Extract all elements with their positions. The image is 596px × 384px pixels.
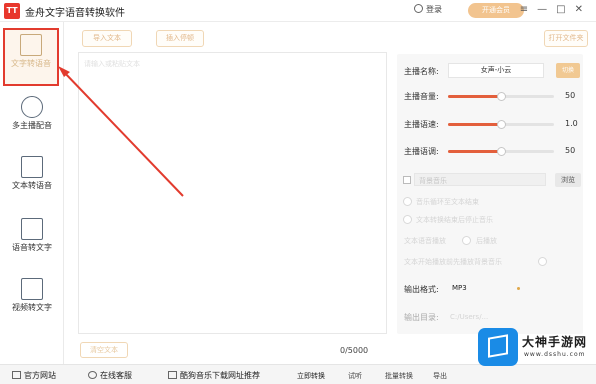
window-controls: ≡—□✕ (520, 4, 592, 15)
play-delay-suffix: 后播放 (476, 237, 497, 245)
import-text-button[interactable]: 导入文本 (82, 30, 132, 47)
title-bar: TT 金舟文字语音转换软件 登录 开通会员 ≡—□✕ (0, 0, 596, 22)
speed-slider-fill (448, 123, 501, 126)
output-dir-label: 输出目录: (404, 313, 439, 322)
stop-music-radio[interactable] (403, 215, 412, 224)
text-to-speech-icon (20, 34, 42, 56)
bgm-path-input[interactable]: 背景音乐 (414, 173, 546, 186)
sidebar-item-label: 视频转文字 (12, 303, 52, 312)
login-label: 登录 (426, 5, 442, 14)
chevron-down-icon (517, 287, 520, 290)
preview-button[interactable]: 试听 (348, 371, 362, 381)
official-site-link[interactable]: 官方网站 (12, 370, 56, 381)
online-service-link[interactable]: 在线客服 (88, 370, 132, 381)
document-to-speech-icon (21, 156, 43, 178)
sidebar-item-text-to-speech[interactable]: 文字转语音 (3, 28, 59, 86)
watermark-logo-icon (478, 328, 518, 366)
speed-slider[interactable] (448, 120, 554, 129)
pitch-slider-handle[interactable] (497, 147, 506, 156)
minimize-icon[interactable]: — (537, 4, 556, 15)
clear-text-button[interactable]: 清空文本 (80, 342, 128, 358)
bottom-bar: 官方网站 在线客服 酷狗音乐下载网址推荐 立即转换 试听 批量转换 导出 (0, 364, 596, 384)
loop-music-label: 音乐循环至文本结束 (416, 198, 479, 206)
home-icon (12, 371, 21, 379)
pre-play-label: 文本开始播放前先播放背景音乐 (404, 258, 502, 266)
open-folder-button[interactable]: 打开文件夹 (544, 30, 588, 47)
bgm-label: 背景音乐 (419, 177, 447, 185)
pitch-value: 50 (565, 146, 576, 155)
speech-to-text-icon (21, 218, 43, 240)
editor-placeholder: 请输入或粘贴文本 (84, 60, 140, 68)
login-button[interactable]: 登录 (414, 4, 442, 15)
anchor-select[interactable]: 女声-小云 (448, 63, 544, 78)
sidebar-item-label: 多主播配音 (12, 121, 52, 130)
pre-play-toggle[interactable] (538, 257, 547, 266)
sidebar-item-label: 文本转语音 (12, 181, 52, 190)
speed-slider-handle[interactable] (497, 120, 506, 129)
sidebar-item-label: 文字转语音 (11, 59, 51, 68)
sidebar-item-label: 语音转文字 (12, 243, 52, 252)
stop-music-label: 文本转换结束后停止音乐 (416, 216, 493, 224)
format-select[interactable]: MP3 (448, 282, 522, 295)
speed-label: 主播语速: (404, 120, 439, 129)
volume-value: 50 (565, 91, 576, 100)
speed-value: 1.0 (565, 119, 578, 128)
volume-label: 主播音量: (404, 92, 439, 101)
format-label: 输出格式: (404, 285, 439, 294)
user-icon (414, 4, 423, 13)
app-title: 金舟文字语音转换软件 (25, 8, 125, 19)
loop-music-radio[interactable] (403, 197, 412, 206)
sidebar-item-video-to-text[interactable]: 视频转文字 (0, 274, 64, 332)
sidebar-item-multi-anchor[interactable]: 多主播配音 (0, 92, 64, 150)
menu-icon[interactable]: ≡ (520, 4, 537, 15)
insert-pause-button[interactable]: 插入停顿 (156, 30, 204, 47)
browse-button[interactable]: 浏览 (555, 173, 581, 187)
vip-button[interactable]: 开通会员 (468, 3, 524, 18)
sidebar: 文字转语音 多主播配音 文本转语音 语音转文字 视频转文字 (0, 22, 64, 364)
char-counter: 0/5000 (340, 346, 369, 355)
maximize-icon[interactable]: □ (556, 4, 574, 15)
music-icon (168, 371, 177, 379)
watermark-url: www.dsshu.com (524, 351, 586, 358)
volume-slider-handle[interactable] (497, 92, 506, 101)
batch-convert-button[interactable]: 批量转换 (385, 371, 413, 381)
sidebar-item-speech-to-text[interactable]: 语音转文字 (0, 214, 64, 272)
multi-anchor-icon (21, 96, 43, 118)
format-value: MP3 (452, 284, 467, 292)
volume-slider-fill (448, 95, 501, 98)
close-icon[interactable]: ✕ (575, 4, 592, 15)
pitch-slider-fill (448, 150, 501, 153)
pitch-slider[interactable] (448, 147, 554, 156)
volume-slider[interactable] (448, 92, 554, 101)
anchor-label: 主播名称: (404, 67, 439, 76)
play-delay-label: 文本语音播放 (404, 237, 446, 245)
output-dir-value[interactable]: C:/Users/... (450, 313, 488, 321)
watermark-brand: 大神手游网 (522, 335, 588, 349)
recommend-label: 酷狗音乐下载网址推荐 (180, 371, 260, 380)
start-convert-button[interactable]: 立即转换 (297, 371, 325, 381)
change-anchor-button[interactable]: 切换 (556, 63, 580, 78)
online-service-label: 在线客服 (100, 371, 132, 380)
video-to-text-icon (21, 278, 43, 300)
bgm-checkbox[interactable] (403, 176, 411, 184)
official-site-label: 官方网站 (24, 371, 56, 380)
play-delay-stepper[interactable] (462, 236, 471, 245)
text-editor[interactable]: 请输入或粘贴文本 (78, 52, 387, 334)
chat-icon (88, 371, 97, 379)
pitch-label: 主播语调: (404, 147, 439, 156)
export-button[interactable]: 导出 (433, 371, 447, 381)
app-logo-icon: TT (4, 3, 20, 19)
cube-icon (488, 334, 508, 358)
recommend-link[interactable]: 酷狗音乐下载网址推荐 (168, 370, 260, 381)
sidebar-item-document-to-speech[interactable]: 文本转语音 (0, 152, 64, 210)
